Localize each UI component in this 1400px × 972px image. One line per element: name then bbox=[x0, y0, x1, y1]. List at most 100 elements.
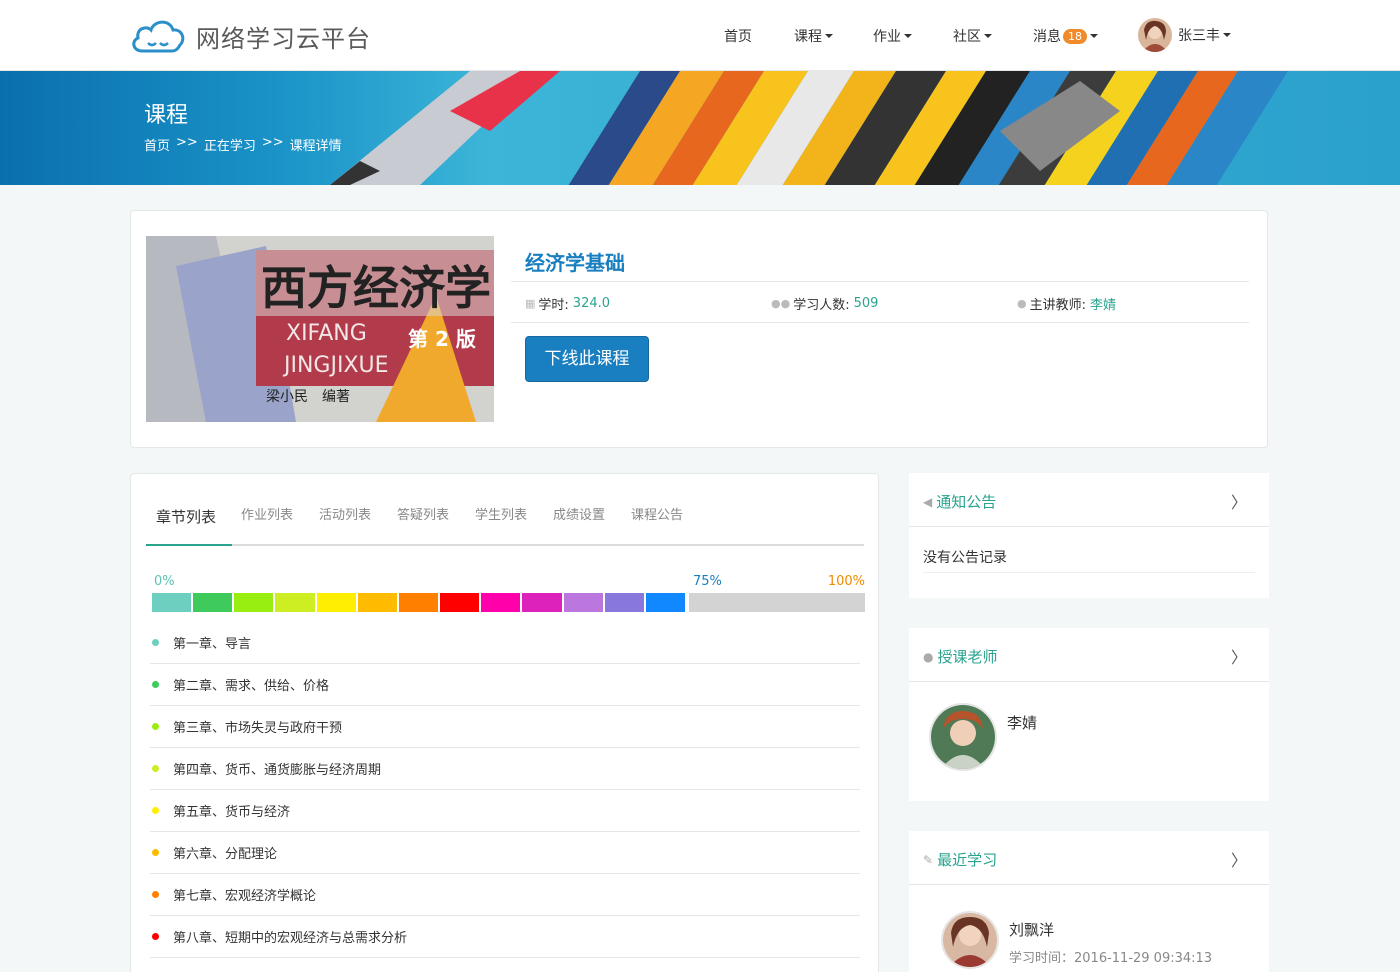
cover-edition: 第 2 版 bbox=[408, 327, 476, 351]
chapter-dot-icon bbox=[152, 681, 159, 688]
nav-messages[interactable]: 消息 18 bbox=[1033, 26, 1098, 46]
breadcrumb-learning[interactable]: 正在学习 bbox=[204, 135, 256, 154]
progress-segment bbox=[152, 593, 192, 612]
chapter-item[interactable]: 第六章、分配理论 bbox=[150, 832, 860, 874]
tab-students[interactable]: 学生列表 bbox=[475, 504, 527, 523]
cover-author: 梁小民 编著 bbox=[266, 389, 350, 405]
chevron-right-icon[interactable]: 〉 bbox=[1231, 847, 1247, 871]
chapter-item[interactable]: 第五章、货币与经济 bbox=[150, 790, 860, 832]
cover-title: 西方经济学 bbox=[261, 261, 491, 315]
chapter-title: 第七章、宏观经济学概论 bbox=[173, 889, 317, 904]
progress-label-end: 100% bbox=[827, 574, 865, 589]
meta-hours-label: 学时: bbox=[538, 298, 569, 313]
progress-segment bbox=[357, 593, 397, 612]
chevron-right-icon[interactable]: 〉 bbox=[1231, 489, 1247, 513]
tab-qa[interactable]: 答疑列表 bbox=[397, 504, 449, 523]
progress-remaining bbox=[689, 593, 865, 612]
offline-course-button[interactable]: 下线此课程 bbox=[525, 336, 649, 382]
nav-user-menu[interactable]: 张三丰 bbox=[1138, 18, 1231, 52]
teacher-title-text: 授课老师 bbox=[937, 648, 998, 666]
teacher-panel-title: ● 授课老师 bbox=[923, 646, 998, 667]
nav-homework[interactable]: 作业 bbox=[873, 26, 912, 46]
cover-pinyin1: XIFANG bbox=[286, 321, 367, 346]
chapter-title: 第三章、市场失灵与政府干预 bbox=[173, 721, 343, 736]
chapter-panel: 章节列表 作业列表 活动列表 答疑列表 学生列表 成绩设置 课程公告 0% 75… bbox=[130, 473, 879, 972]
meta-teacher: ● 主讲教师: 李婧 bbox=[1017, 294, 1116, 313]
caret-down-icon bbox=[1090, 34, 1098, 38]
chapter-list: 第一章、导言第二章、需求、供给、价格第三章、市场失灵与政府干预第四章、货币、通货… bbox=[150, 622, 860, 958]
caret-down-icon bbox=[984, 34, 992, 38]
caret-down-icon bbox=[1223, 33, 1231, 37]
progress-segment bbox=[234, 593, 274, 612]
meta-teacher-link[interactable]: 李婧 bbox=[1090, 294, 1116, 313]
nav-homework-label: 作业 bbox=[873, 29, 901, 45]
tab-announcements[interactable]: 课程公告 bbox=[631, 504, 683, 523]
notice-panel-header: ◀ 通知公告 〉 bbox=[909, 473, 1269, 527]
breadcrumb-current: 课程详情 bbox=[289, 139, 342, 154]
progress-segment bbox=[316, 593, 356, 612]
pencils-illustration bbox=[330, 71, 1288, 185]
nav-home[interactable]: 首页 bbox=[724, 26, 752, 46]
chapter-item[interactable]: 第一章、导言 bbox=[150, 622, 860, 664]
brand-logo[interactable]: 网络学习云平台 bbox=[128, 14, 371, 58]
message-count-badge: 18 bbox=[1063, 28, 1087, 44]
caret-down-icon bbox=[825, 34, 833, 38]
chapter-title: 第一章、导言 bbox=[173, 637, 252, 652]
chevron-right-icon[interactable]: 〉 bbox=[1231, 644, 1247, 668]
chapter-item[interactable]: 第四章、货币、通货膨胀与经济周期 bbox=[150, 748, 860, 790]
chapter-item[interactable]: 第三章、市场失灵与政府干预 bbox=[150, 706, 860, 748]
tab-activities[interactable]: 活动列表 bbox=[319, 504, 371, 523]
recent-user-name[interactable]: 刘飘洋 bbox=[1009, 919, 1054, 940]
user-name: 张三丰 bbox=[1178, 28, 1220, 44]
meta-students-value: 509 bbox=[853, 296, 879, 311]
course-progress-bar bbox=[152, 593, 865, 612]
users-icon: ●● bbox=[771, 297, 791, 310]
top-navbar: 网络学习云平台 首页 课程 作业 社区 消息 18 张三丰 bbox=[0, 0, 1400, 71]
progress-segment bbox=[275, 593, 315, 612]
chapter-dot-icon bbox=[152, 891, 159, 898]
notice-panel-title: ◀ 通知公告 bbox=[923, 491, 996, 512]
notice-panel: ◀ 通知公告 〉 没有公告记录 bbox=[909, 473, 1269, 598]
progress-segment bbox=[398, 593, 439, 612]
teacher-panel: ● 授课老师 〉 李婧 bbox=[909, 628, 1269, 801]
progress-labels: 0% 75% 100% bbox=[152, 574, 865, 592]
tab-chapters[interactable]: 章节列表 bbox=[156, 506, 216, 527]
nav-courses[interactable]: 课程 bbox=[794, 26, 833, 46]
bullhorn-icon: ◀ bbox=[923, 494, 933, 509]
teacher-name[interactable]: 李婧 bbox=[1007, 712, 1037, 733]
cloud-icon bbox=[132, 20, 185, 53]
chapter-title: 第六章、分配理论 bbox=[173, 847, 278, 862]
breadcrumb-separator: >> bbox=[261, 135, 284, 150]
caret-down-icon bbox=[904, 34, 912, 38]
page-title: 课程 bbox=[144, 103, 189, 128]
progress-segment bbox=[563, 593, 603, 612]
tab-grade-settings[interactable]: 成绩设置 bbox=[553, 504, 605, 523]
course-cover-image: 西方经济学 XIFANG 第 2 版 JINGJIXUE 梁小民 编著 bbox=[146, 236, 494, 422]
notice-title-text: 通知公告 bbox=[936, 493, 997, 511]
meta-hours-value: 324.0 bbox=[572, 296, 611, 311]
recent-panel: ✎ 最近学习 〉 刘飘洋 学习时间：2016-11-29 09:34:13 bbox=[909, 831, 1269, 972]
progress-segment bbox=[193, 593, 233, 612]
recent-user-avatar[interactable] bbox=[941, 911, 999, 969]
meta-students-label: 学习人数: bbox=[793, 298, 850, 313]
user-avatar bbox=[1138, 18, 1172, 52]
chapter-item[interactable]: 第七章、宏观经济学概论 bbox=[150, 874, 860, 916]
brand-name: 网络学习云平台 bbox=[196, 24, 371, 53]
nav-community[interactable]: 社区 bbox=[953, 26, 992, 46]
teacher-avatar[interactable] bbox=[929, 703, 997, 771]
chapter-item[interactable]: 第二章、需求、供给、价格 bbox=[150, 664, 860, 706]
meta-students: ●● 学习人数: 509 bbox=[771, 294, 878, 313]
course-meta: ▦ 学时: 324.0 ●● 学习人数: 509 ● 主讲教师: 李婧 bbox=[511, 281, 1249, 323]
page-banner: 课程 首页 >> 正在学习 >> 课程详情 bbox=[0, 71, 1400, 185]
course-info-card: 西方经济学 XIFANG 第 2 版 JINGJIXUE 梁小民 编著 经济学基… bbox=[130, 210, 1268, 448]
user-icon: ● bbox=[923, 649, 934, 664]
progress-label-mid: 75% bbox=[693, 574, 722, 589]
progress-segment bbox=[440, 593, 480, 612]
notice-empty: 没有公告记录 bbox=[923, 537, 1255, 573]
chapter-item[interactable]: 第八章、短期中的宏观经济与总需求分析 bbox=[150, 916, 860, 958]
nav-messages-label: 消息 bbox=[1033, 29, 1061, 45]
chapter-dot-icon bbox=[152, 639, 159, 646]
breadcrumb-home[interactable]: 首页 bbox=[144, 135, 170, 154]
user-icon: ● bbox=[1017, 297, 1027, 310]
tab-homework[interactable]: 作业列表 bbox=[241, 504, 293, 523]
